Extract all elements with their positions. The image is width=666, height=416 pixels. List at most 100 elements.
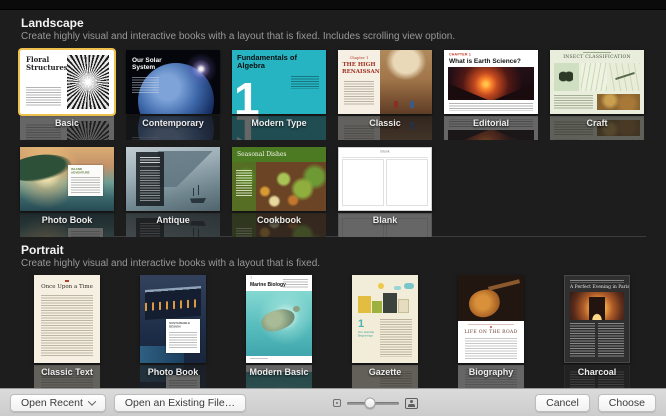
template-classic-text[interactable]: Once Upon a Time Classic Text Once Upon … [20, 275, 114, 377]
template-classic[interactable]: Chapter 1 THE HIGH RENAISSANCE Classic C… [338, 50, 432, 128]
ship-mast [198, 185, 199, 195]
template-blank[interactable]: Blank Blank Blank [338, 147, 432, 225]
template-modern-basic-cover: 1 Marine Biology [246, 275, 312, 363]
portrait-row: Once Upon a Time Classic Text Once Upon … [0, 275, 666, 377]
headland-photo [20, 151, 73, 185]
template-basic-label: Basic [55, 118, 79, 128]
turtle-head [293, 306, 300, 312]
text-lines-placeholder [169, 332, 197, 349]
size-slider-track[interactable] [347, 402, 399, 405]
landscape-section-header: Landscape Create highly visual and inter… [0, 10, 666, 43]
guitar-photo [458, 275, 524, 321]
cancel-button[interactable]: Cancel [535, 394, 590, 412]
grass-illustration [581, 63, 607, 91]
template-contemporary-label: Contemporary [142, 118, 204, 128]
sun-glare [182, 50, 220, 88]
modern-basic-cover-title: Marine Biology [250, 282, 286, 288]
template-craft-label: Craft [586, 118, 607, 128]
volcano-photo [448, 67, 534, 100]
green-header-band: Seasonal Dishes [232, 147, 326, 162]
ornament-rule [583, 52, 611, 53]
template-modern-basic[interactable]: 1 Marine Biology Modern Basic 1 Marine B… [232, 275, 326, 377]
template-gazette[interactable]: 1 Our Humble Beginnings Gazette 1 Our Hu… [338, 275, 432, 377]
open-existing-file-label: Open an Existing File… [125, 397, 235, 409]
cookbook-cover-title: Seasonal Dishes [237, 151, 287, 158]
window-titlebar [0, 0, 666, 10]
text-lines-placeholder [71, 177, 100, 193]
caption-box: SUSTAINABLE DESIGN [166, 319, 200, 353]
open-recent-button[interactable]: Open Recent [10, 394, 106, 412]
editorial-cover-title: What is Earth Science? [449, 58, 521, 65]
template-cookbook-label: Cookbook [257, 215, 301, 225]
template-editorial-label: Editorial [473, 118, 509, 128]
template-cookbook[interactable]: Seasonal Dishes Cookbook Seasonal Dishes [232, 147, 326, 225]
text-lines-placeholder [554, 95, 593, 109]
thumbnail-size-slider-group [333, 389, 418, 416]
text-lines-placeholder [41, 295, 93, 356]
basic-cover-title: Floral Structures [26, 56, 64, 71]
empty-column [386, 159, 428, 206]
template-classic-text-cover: Once Upon a Time [34, 275, 100, 363]
choose-button[interactable]: Choose [598, 394, 656, 412]
open-existing-file-button[interactable]: Open an Existing File… [114, 394, 246, 412]
template-photo-book-landscape-cover: ISLAND ADVENTURE [20, 147, 114, 211]
size-slider-thumb[interactable] [365, 398, 376, 409]
text-lines-placeholder [140, 157, 160, 163]
template-classic-cover: Chapter 1 THE HIGH RENAISSANCE [338, 50, 432, 114]
template-editorial[interactable]: CHAPTER 1 What is Earth Science? Editori… [444, 50, 538, 128]
template-basic[interactable]: Floral Structures Basic Floral Structure… [20, 50, 114, 128]
classic-cover-title: THE HIGH RENAISSANCE [342, 62, 376, 75]
text-lines-placeholder [344, 81, 374, 105]
cloud-illustration [394, 286, 401, 290]
text-lines-placeholder [380, 319, 412, 357]
template-antique[interactable]: Antique [126, 147, 220, 225]
template-biography-cover: LIFE ON THE ROAD [458, 275, 524, 363]
template-antique-cover [126, 147, 220, 211]
template-craft[interactable]: INSECT CLASSIFICATION Craft INSECT CLASS… [550, 50, 644, 128]
text-lines-placeholder [26, 87, 61, 107]
template-modern-type-label: Modern Type [251, 118, 306, 128]
text-lines-placeholder [598, 323, 624, 357]
template-modern-type-cover: Fundamentals of Algebra 1 [232, 50, 326, 114]
town-illustration [356, 283, 414, 313]
classic-text-cover-title: Once Upon a Time [34, 284, 100, 290]
dahlia-photo [67, 55, 109, 109]
classic-text-pane: Chapter 1 THE HIGH RENAISSANCE [338, 50, 380, 114]
house-illustration [398, 299, 409, 313]
template-photo-book-portrait[interactable]: SUSTAINABLE DESIGN Photo Book SUSTAINABL… [126, 275, 220, 377]
cloud-illustration [404, 283, 414, 289]
template-modern-type[interactable]: Fundamentals of Algebra 1 Modern Type Fu… [232, 50, 326, 128]
template-charcoal-cover: A Perfect Evening in Paris [564, 275, 630, 363]
template-photo-book-landscape[interactable]: ISLAND ADVENTURE Photo Book ISLAND ADVEN… [20, 147, 114, 225]
modern-basic-numeral: 1 [250, 276, 252, 280]
open-recent-label: Open Recent [21, 397, 83, 409]
template-craft-cover: INSECT CLASSIFICATION [550, 50, 644, 114]
template-photo-book-portrait-cover: SUSTAINABLE DESIGN [140, 275, 206, 363]
ship-mast [193, 188, 194, 196]
ornament-dot [490, 326, 492, 328]
template-contemporary[interactable]: Our Solar System Contemporary Our Solar … [126, 50, 220, 128]
butterfly-illustration [554, 63, 579, 91]
chapter-panel [136, 152, 164, 206]
portrait-section-description: Create highly visual and interactive boo… [21, 258, 666, 270]
arc-de-triomphe-photo [570, 292, 624, 320]
dragonfly-illustration [609, 63, 640, 91]
template-charcoal[interactable]: A Perfect Evening in Paris Charcoal A Pe… [550, 275, 644, 377]
text-lines-placeholder [291, 76, 319, 89]
header-rule [342, 157, 428, 158]
empty-column [342, 159, 384, 206]
portrait-section-header: Portrait Create highly visual and intera… [0, 237, 666, 270]
text-lines-placeholder [236, 170, 252, 196]
caterpillar-photo [597, 94, 640, 110]
renaissance-painting [380, 50, 432, 114]
template-biography[interactable]: LIFE ON THE ROAD Biography LIFE ON THE R… [444, 275, 538, 377]
template-classic-label: Classic [369, 118, 401, 128]
template-blank-label: Blank [373, 215, 398, 225]
large-size-icon [405, 398, 418, 409]
text-lines-placeholder [570, 323, 595, 357]
ornament-mark [65, 280, 69, 282]
portrait-section-title: Portrait [21, 243, 666, 257]
bottom-toolbar: Open Recent Open an Existing File… Cance… [0, 388, 666, 416]
template-cookbook-cover: Seasonal Dishes [232, 147, 326, 211]
landscape-section-description: Create highly visual and interactive boo… [21, 31, 666, 43]
